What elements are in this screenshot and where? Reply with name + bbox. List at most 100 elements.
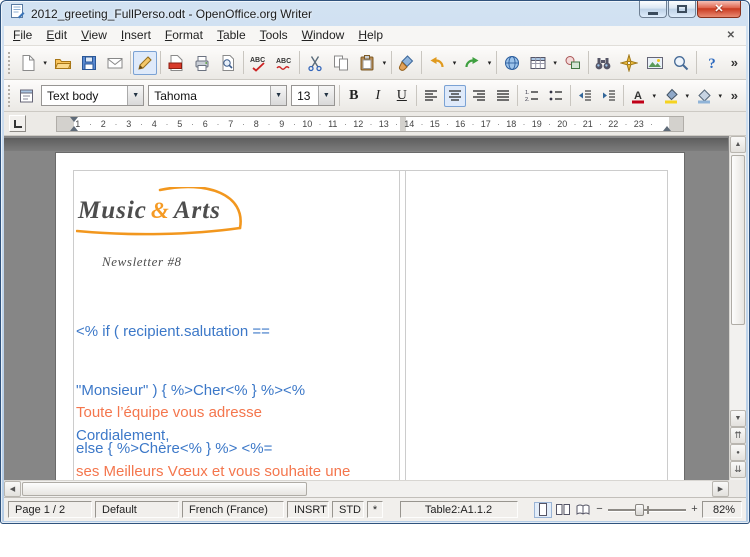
font-size-combobox[interactable]: 13 ▼ [291, 85, 335, 106]
highlighting-dropdown-icon[interactable]: ▾ [683, 84, 692, 108]
left-indent-marker[interactable] [70, 126, 78, 131]
book-view-icon[interactable] [574, 502, 592, 518]
zoom-slider-thumb[interactable] [634, 503, 644, 516]
redo-button[interactable] [460, 51, 484, 75]
close-document-icon[interactable]: ✕ [718, 30, 744, 41]
background-color-button[interactable] [693, 85, 715, 107]
new-document-button[interactable] [16, 51, 40, 75]
chevron-down-icon[interactable]: ▼ [127, 86, 144, 105]
previous-page-icon[interactable]: ⇈ [730, 427, 746, 444]
auto-spellcheck-button[interactable]: ABC [272, 51, 296, 75]
draw-functions-button[interactable] [561, 51, 585, 75]
paste-dropdown-icon[interactable]: ▾ [380, 51, 389, 75]
menu-item[interactable]: Table [210, 26, 253, 45]
menu-item[interactable]: Edit [39, 26, 74, 45]
zoom-slider-track[interactable] [608, 503, 686, 517]
language-indicator[interactable]: French (France) [182, 501, 284, 518]
vertical-scrollbar[interactable]: ▲ ▼ ⇈ ● ⇊ [729, 136, 746, 480]
numbering-button[interactable]: 1. 2. [521, 85, 543, 107]
selection-mode-indicator[interactable]: STD [332, 501, 364, 518]
paste-button[interactable] [355, 51, 379, 75]
export-pdf-button[interactable] [164, 51, 188, 75]
email-document-button[interactable] [103, 51, 127, 75]
underline-button[interactable]: U [391, 85, 413, 107]
font-name-combobox[interactable]: Tahoma ▼ [148, 85, 288, 106]
menu-item[interactable]: Help [351, 26, 390, 45]
bullets-button[interactable] [545, 85, 567, 107]
page[interactable]: Music & Arts Newsletter #8 <% if ( recipie… [56, 153, 684, 493]
chevron-down-icon[interactable]: ▼ [270, 86, 287, 105]
zoom-slider[interactable]: − + [595, 503, 699, 517]
page-indicator[interactable]: Page 1 / 2 [8, 501, 92, 518]
italic-button[interactable]: I [367, 85, 389, 107]
undo-dropdown-icon[interactable]: ▾ [450, 51, 459, 75]
styles-and-formatting-button[interactable] [16, 85, 38, 107]
background-color-dropdown-icon[interactable]: ▾ [716, 84, 725, 108]
justify-button[interactable] [492, 85, 514, 107]
page-preview-button[interactable] [216, 51, 240, 75]
hyperlink-button[interactable] [500, 51, 524, 75]
vertical-scrollbar-thumb[interactable] [731, 155, 745, 325]
scroll-left-icon[interactable]: ◀ [4, 481, 21, 497]
font-color-dropdown-icon[interactable]: ▾ [650, 84, 659, 108]
scroll-up-icon[interactable]: ▲ [730, 136, 746, 153]
single-page-view-icon[interactable] [534, 501, 552, 518]
align-right-button[interactable] [468, 85, 490, 107]
font-color-button[interactable]: A [627, 85, 649, 107]
paragraph-style-combobox[interactable]: Text body ▼ [41, 85, 145, 106]
zoom-in-icon[interactable]: + [690, 504, 699, 515]
first-line-indent-marker[interactable] [70, 117, 78, 122]
print-button[interactable] [190, 51, 214, 75]
right-indent-marker[interactable] [663, 126, 671, 131]
horizontal-scrollbar[interactable]: ◀ ▶ [4, 480, 729, 497]
navigation-dot-icon[interactable]: ● [730, 444, 746, 461]
menu-item[interactable]: Format [158, 26, 210, 45]
horizontal-scrollbar-thumb[interactable] [22, 482, 307, 496]
format-paintbrush-button[interactable] [394, 51, 418, 75]
new-document-dropdown-icon[interactable]: ▾ [41, 51, 50, 75]
help-button[interactable]: ? [700, 51, 724, 75]
redo-dropdown-icon[interactable]: ▾ [485, 51, 494, 75]
maximize-button[interactable] [668, 1, 696, 18]
edit-file-button[interactable] [133, 50, 158, 75]
highlighting-button[interactable] [660, 85, 682, 107]
save-button[interactable] [77, 51, 101, 75]
insert-mode-indicator[interactable]: INSRT [287, 501, 329, 518]
menu-item[interactable]: Tools [253, 26, 295, 45]
toolbar-grip[interactable] [8, 51, 11, 74]
scroll-right-icon[interactable]: ▶ [712, 481, 729, 497]
copy-button[interactable] [329, 51, 353, 75]
cut-button[interactable] [303, 51, 327, 75]
zoom-button[interactable] [669, 51, 693, 75]
undo-button[interactable] [425, 51, 449, 75]
zoom-out-icon[interactable]: − [595, 504, 604, 515]
insert-table-button[interactable] [526, 51, 550, 75]
next-page-icon[interactable]: ⇊ [730, 461, 746, 478]
menu-item[interactable]: View [74, 26, 114, 45]
gallery-button[interactable] [643, 51, 667, 75]
menu-item[interactable]: Window [295, 26, 352, 45]
minimize-button[interactable] [639, 1, 667, 18]
toolbar-overflow-button[interactable]: » [725, 88, 744, 103]
navigator-button[interactable] [617, 51, 641, 75]
close-button[interactable]: ✕ [697, 1, 741, 18]
insert-table-dropdown-icon[interactable]: ▾ [551, 51, 560, 75]
align-center-button[interactable] [443, 84, 466, 107]
menu-item[interactable]: File [6, 26, 39, 45]
increase-indent-button[interactable] [598, 85, 620, 107]
scroll-down-icon[interactable]: ▼ [730, 410, 746, 427]
titlebar[interactable]: 2012_greeting_FullPerso.odt - OpenOffice… [1, 1, 749, 26]
spellcheck-button[interactable]: ABC [246, 51, 270, 75]
open-button[interactable] [51, 51, 75, 75]
align-left-button[interactable] [420, 85, 442, 107]
menu-item[interactable]: Insert [114, 26, 158, 45]
chevron-down-icon[interactable]: ▼ [317, 86, 334, 105]
multi-page-view-icon[interactable] [554, 502, 572, 518]
zoom-percent[interactable]: 82% [702, 501, 742, 518]
toolbar-overflow-button[interactable]: » [725, 55, 744, 70]
toolbar-grip[interactable] [8, 84, 11, 107]
horizontal-ruler[interactable]: 1234567891011121314151617181920212223 [4, 112, 746, 136]
page-style-indicator[interactable]: Default [95, 501, 179, 518]
tab-stop-selector[interactable] [9, 115, 26, 132]
decrease-indent-button[interactable] [574, 85, 596, 107]
